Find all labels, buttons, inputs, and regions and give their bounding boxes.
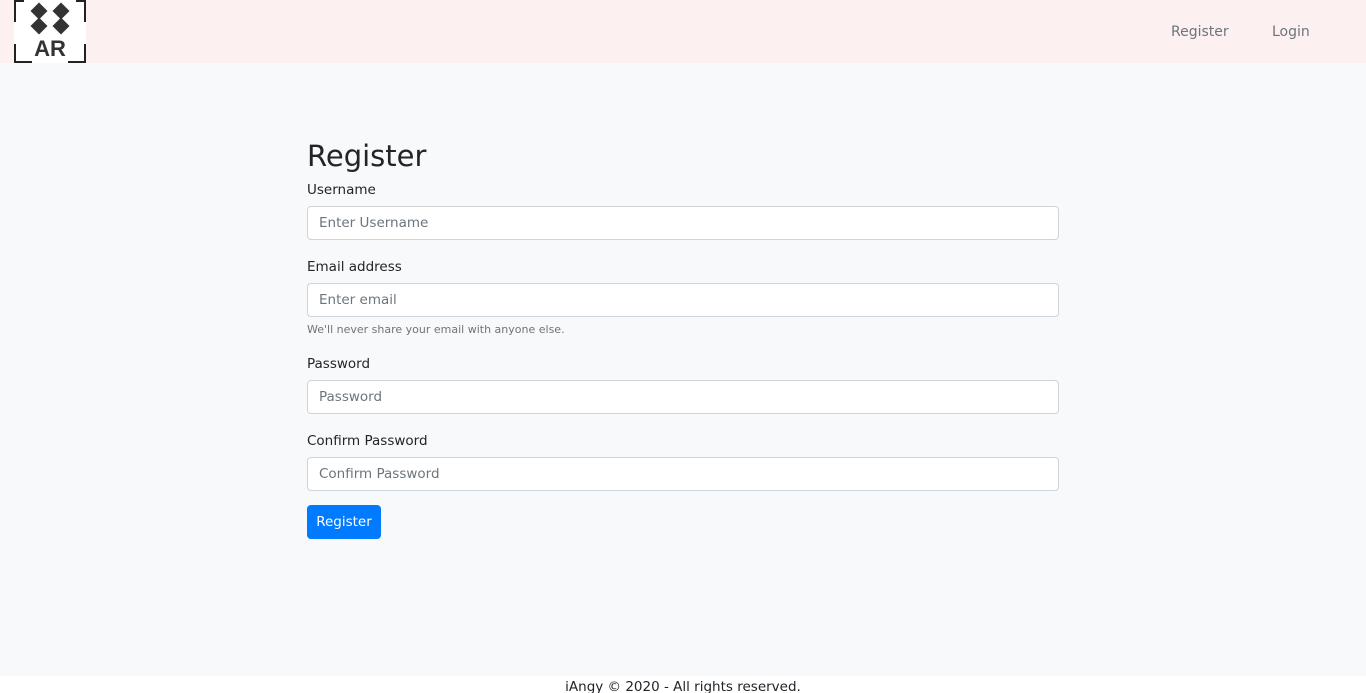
nav-register-link[interactable]: Register bbox=[1171, 23, 1229, 41]
footer: iAngy © 2020 - All rights reserved. bbox=[0, 676, 1366, 693]
register-button[interactable]: Register bbox=[307, 505, 381, 539]
logo-icon: AR bbox=[14, 0, 86, 63]
nav-login-link[interactable]: Login bbox=[1272, 23, 1310, 41]
svg-text:AR: AR bbox=[34, 36, 66, 61]
email-input[interactable] bbox=[307, 283, 1059, 317]
username-label: Username bbox=[307, 182, 376, 198]
email-help-text: We'll never share your email with anyone… bbox=[307, 323, 565, 336]
email-label: Email address bbox=[307, 259, 402, 275]
page-title: Register bbox=[307, 139, 427, 173]
confirm-password-input[interactable] bbox=[307, 457, 1059, 491]
password-label: Password bbox=[307, 356, 371, 372]
password-input[interactable] bbox=[307, 380, 1059, 414]
navbar: AR Register Login bbox=[0, 0, 1366, 63]
confirm-password-label: Confirm Password bbox=[307, 433, 428, 449]
username-input[interactable] bbox=[307, 206, 1059, 240]
footer-text: iAngy © 2020 - All rights reserved. bbox=[565, 679, 801, 693]
brand-logo[interactable]: AR bbox=[14, 0, 86, 63]
